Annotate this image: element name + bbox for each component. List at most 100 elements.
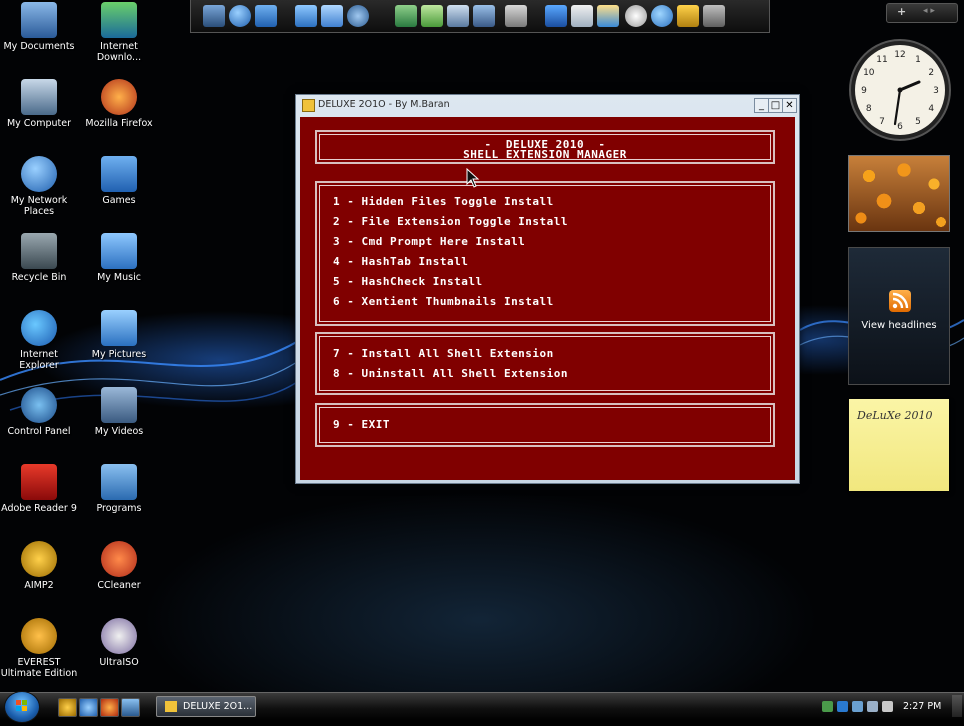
desktop-icon-mozilla-firefox[interactable]: Mozilla Firefox xyxy=(79,79,159,129)
everest-icon xyxy=(21,618,57,654)
task-app-icon xyxy=(165,701,177,712)
desktop-icon-games[interactable]: Games xyxy=(79,156,159,206)
menu-option-1[interactable]: 1 - Hidden Files Toggle Install xyxy=(333,195,554,208)
folder-documents-icon xyxy=(21,2,57,38)
tools-icon[interactable] xyxy=(677,5,699,27)
menu-option-8[interactable]: 8 - Uninstall All Shell Extension xyxy=(333,367,568,380)
feed-headlines-gadget[interactable]: View headlines xyxy=(848,247,950,385)
desktop-icon-internet-explorer[interactable]: Internet Explorer xyxy=(0,310,79,371)
ultraiso-disc-icon xyxy=(101,618,137,654)
note-text: DeLuXe 2010 xyxy=(857,409,933,422)
desktop-icon-internet-downlo[interactable]: Internet Downlo... xyxy=(79,2,159,63)
desktop-icon-label: My Videos xyxy=(94,426,144,437)
desktop-icon-my-documents[interactable]: My Documents xyxy=(0,2,79,52)
network-icon[interactable] xyxy=(347,5,369,27)
window-icon[interactable] xyxy=(447,5,469,27)
maximize-button[interactable]: □ xyxy=(768,98,783,113)
clock-number: 11 xyxy=(876,55,887,65)
taskbar-button-label: DELUXE 2O1... xyxy=(183,701,253,712)
users-icon[interactable] xyxy=(651,5,673,27)
clock-number: 5 xyxy=(915,117,921,127)
messenger-icon[interactable] xyxy=(625,5,647,27)
show-desktop-quicklaunch-icon[interactable] xyxy=(121,698,140,717)
documents-icon[interactable] xyxy=(321,5,343,27)
show-desktop-button[interactable] xyxy=(952,695,962,717)
header-title: - DELUXE 2010 - xyxy=(484,138,606,151)
computer-icon xyxy=(21,79,57,115)
console-area[interactable]: - DELUXE 2010 - SHELL EXTENSION MANAGER … xyxy=(300,117,795,480)
menu-group-exit: 9 - EXIT xyxy=(315,403,775,447)
clock-gadget[interactable]: 12 12 3 45 6 78 9 1011 xyxy=(848,38,952,142)
sidebar-nav-arrows[interactable]: ◂ ▸ xyxy=(923,6,935,16)
menu-option-2[interactable]: 2 - File Extension Toggle Install xyxy=(333,215,568,228)
menu-option-4[interactable]: 4 - HashTab Install xyxy=(333,255,468,268)
clock-number: 7 xyxy=(879,117,885,127)
clock-number: 8 xyxy=(866,104,872,114)
monitor-icon[interactable] xyxy=(473,5,495,27)
desktop-icon-my-computer[interactable]: My Computer xyxy=(0,79,79,129)
taskbar-button-deluxe[interactable]: DELUXE 2O1... xyxy=(156,696,256,717)
desktop-icon-label: Control Panel xyxy=(7,426,71,437)
settings-icon[interactable] xyxy=(505,5,527,27)
tray-security-icon[interactable] xyxy=(837,701,848,712)
aimp-quicklaunch-icon[interactable] xyxy=(58,698,77,717)
tray-display-icon[interactable] xyxy=(867,701,878,712)
firefox-quicklaunch-icon[interactable] xyxy=(100,698,119,717)
desktop-icon-label: UltraISO xyxy=(99,657,139,668)
image-viewer-icon[interactable] xyxy=(597,5,619,27)
clock-number: 2 xyxy=(928,68,934,78)
menu-option-3[interactable]: 3 - Cmd Prompt Here Install xyxy=(333,235,525,248)
menu-option-6[interactable]: 6 - Xentient Thumbnails Install xyxy=(333,295,554,308)
desktop-icon-ccleaner[interactable]: CCleaner xyxy=(79,541,159,591)
firefox-icon xyxy=(101,79,137,115)
taskbar-clock[interactable]: 2:27 PM xyxy=(903,701,941,712)
desktop-icon-recycle-bin[interactable]: Recycle Bin xyxy=(0,233,79,283)
adobe-reader-icon xyxy=(21,464,57,500)
tray-network-icon[interactable] xyxy=(822,701,833,712)
start-button[interactable] xyxy=(4,691,40,723)
menu-option-5[interactable]: 5 - HashCheck Install xyxy=(333,275,483,288)
notepad-icon[interactable] xyxy=(571,5,593,27)
header-subtitle: SHELL EXTENSION MANAGER xyxy=(463,148,627,161)
slideshow-gadget-flowers[interactable] xyxy=(848,155,950,232)
notes-gadget[interactable]: DeLuXe 2010 xyxy=(849,399,949,491)
add-gadget-button[interactable]: + xyxy=(897,5,906,18)
menu-option-9[interactable]: 9 - EXIT xyxy=(333,418,390,431)
desktop-icon-programs[interactable]: Programs xyxy=(79,464,159,514)
desktop-icon-label: Games xyxy=(102,195,136,206)
tray-monitor-icon[interactable] xyxy=(852,701,863,712)
music-icon[interactable] xyxy=(295,5,317,27)
desktop-icon-my-videos[interactable]: My Videos xyxy=(79,387,159,437)
quick-launch-bar xyxy=(190,0,770,33)
globe-icon[interactable] xyxy=(229,5,251,27)
picture-icon[interactable] xyxy=(395,5,417,27)
folder-icon[interactable] xyxy=(255,5,277,27)
desktop-icon-adobe-reader-9[interactable]: Adobe Reader 9 xyxy=(0,464,79,514)
computer-icon[interactable] xyxy=(203,5,225,27)
desktop-icon-my-network-places[interactable]: My Network Places xyxy=(0,156,79,217)
desktop-icon-label: Adobe Reader 9 xyxy=(1,503,77,514)
desktop-icon-my-pictures[interactable]: My Pictures xyxy=(79,310,159,360)
desktop-icon-control-panel[interactable]: Control Panel xyxy=(0,387,79,437)
recycle-icon[interactable] xyxy=(703,5,725,27)
desktop-icon-ultraiso[interactable]: UltraISO xyxy=(79,618,159,668)
desktop-icon-label: Recycle Bin xyxy=(11,272,67,283)
desktop-icon-aimp2[interactable]: AIMP2 xyxy=(0,541,79,591)
window-titlebar[interactable]: DELUXE 2O1O - By M.Baran _ □ ✕ xyxy=(296,95,799,115)
close-button[interactable]: ✕ xyxy=(782,98,797,113)
minimize-button[interactable]: _ xyxy=(754,98,769,113)
recycle-bin-icon xyxy=(21,233,57,269)
desktop-icon-my-music[interactable]: My Music xyxy=(79,233,159,283)
rss-icon xyxy=(889,290,911,312)
rss-view-headlines-label[interactable]: View headlines xyxy=(849,320,949,331)
spreadsheet-icon[interactable] xyxy=(421,5,443,27)
menu-option-7[interactable]: 7 - Install All Shell Extension xyxy=(333,347,554,360)
desktop-icon-label: My Network Places xyxy=(10,195,68,217)
clock-number: 9 xyxy=(861,86,867,96)
sidebar-controls: + ◂ ▸ xyxy=(886,3,958,23)
desktop-icon-everest-ultimate-edition[interactable]: EVEREST Ultimate Edition xyxy=(0,618,79,679)
tray-volume-icon[interactable] xyxy=(882,701,893,712)
internet-explorer-quicklaunch-icon[interactable] xyxy=(79,698,98,717)
desktop-icon[interactable] xyxy=(545,5,567,27)
videos-folder-icon xyxy=(101,387,137,423)
